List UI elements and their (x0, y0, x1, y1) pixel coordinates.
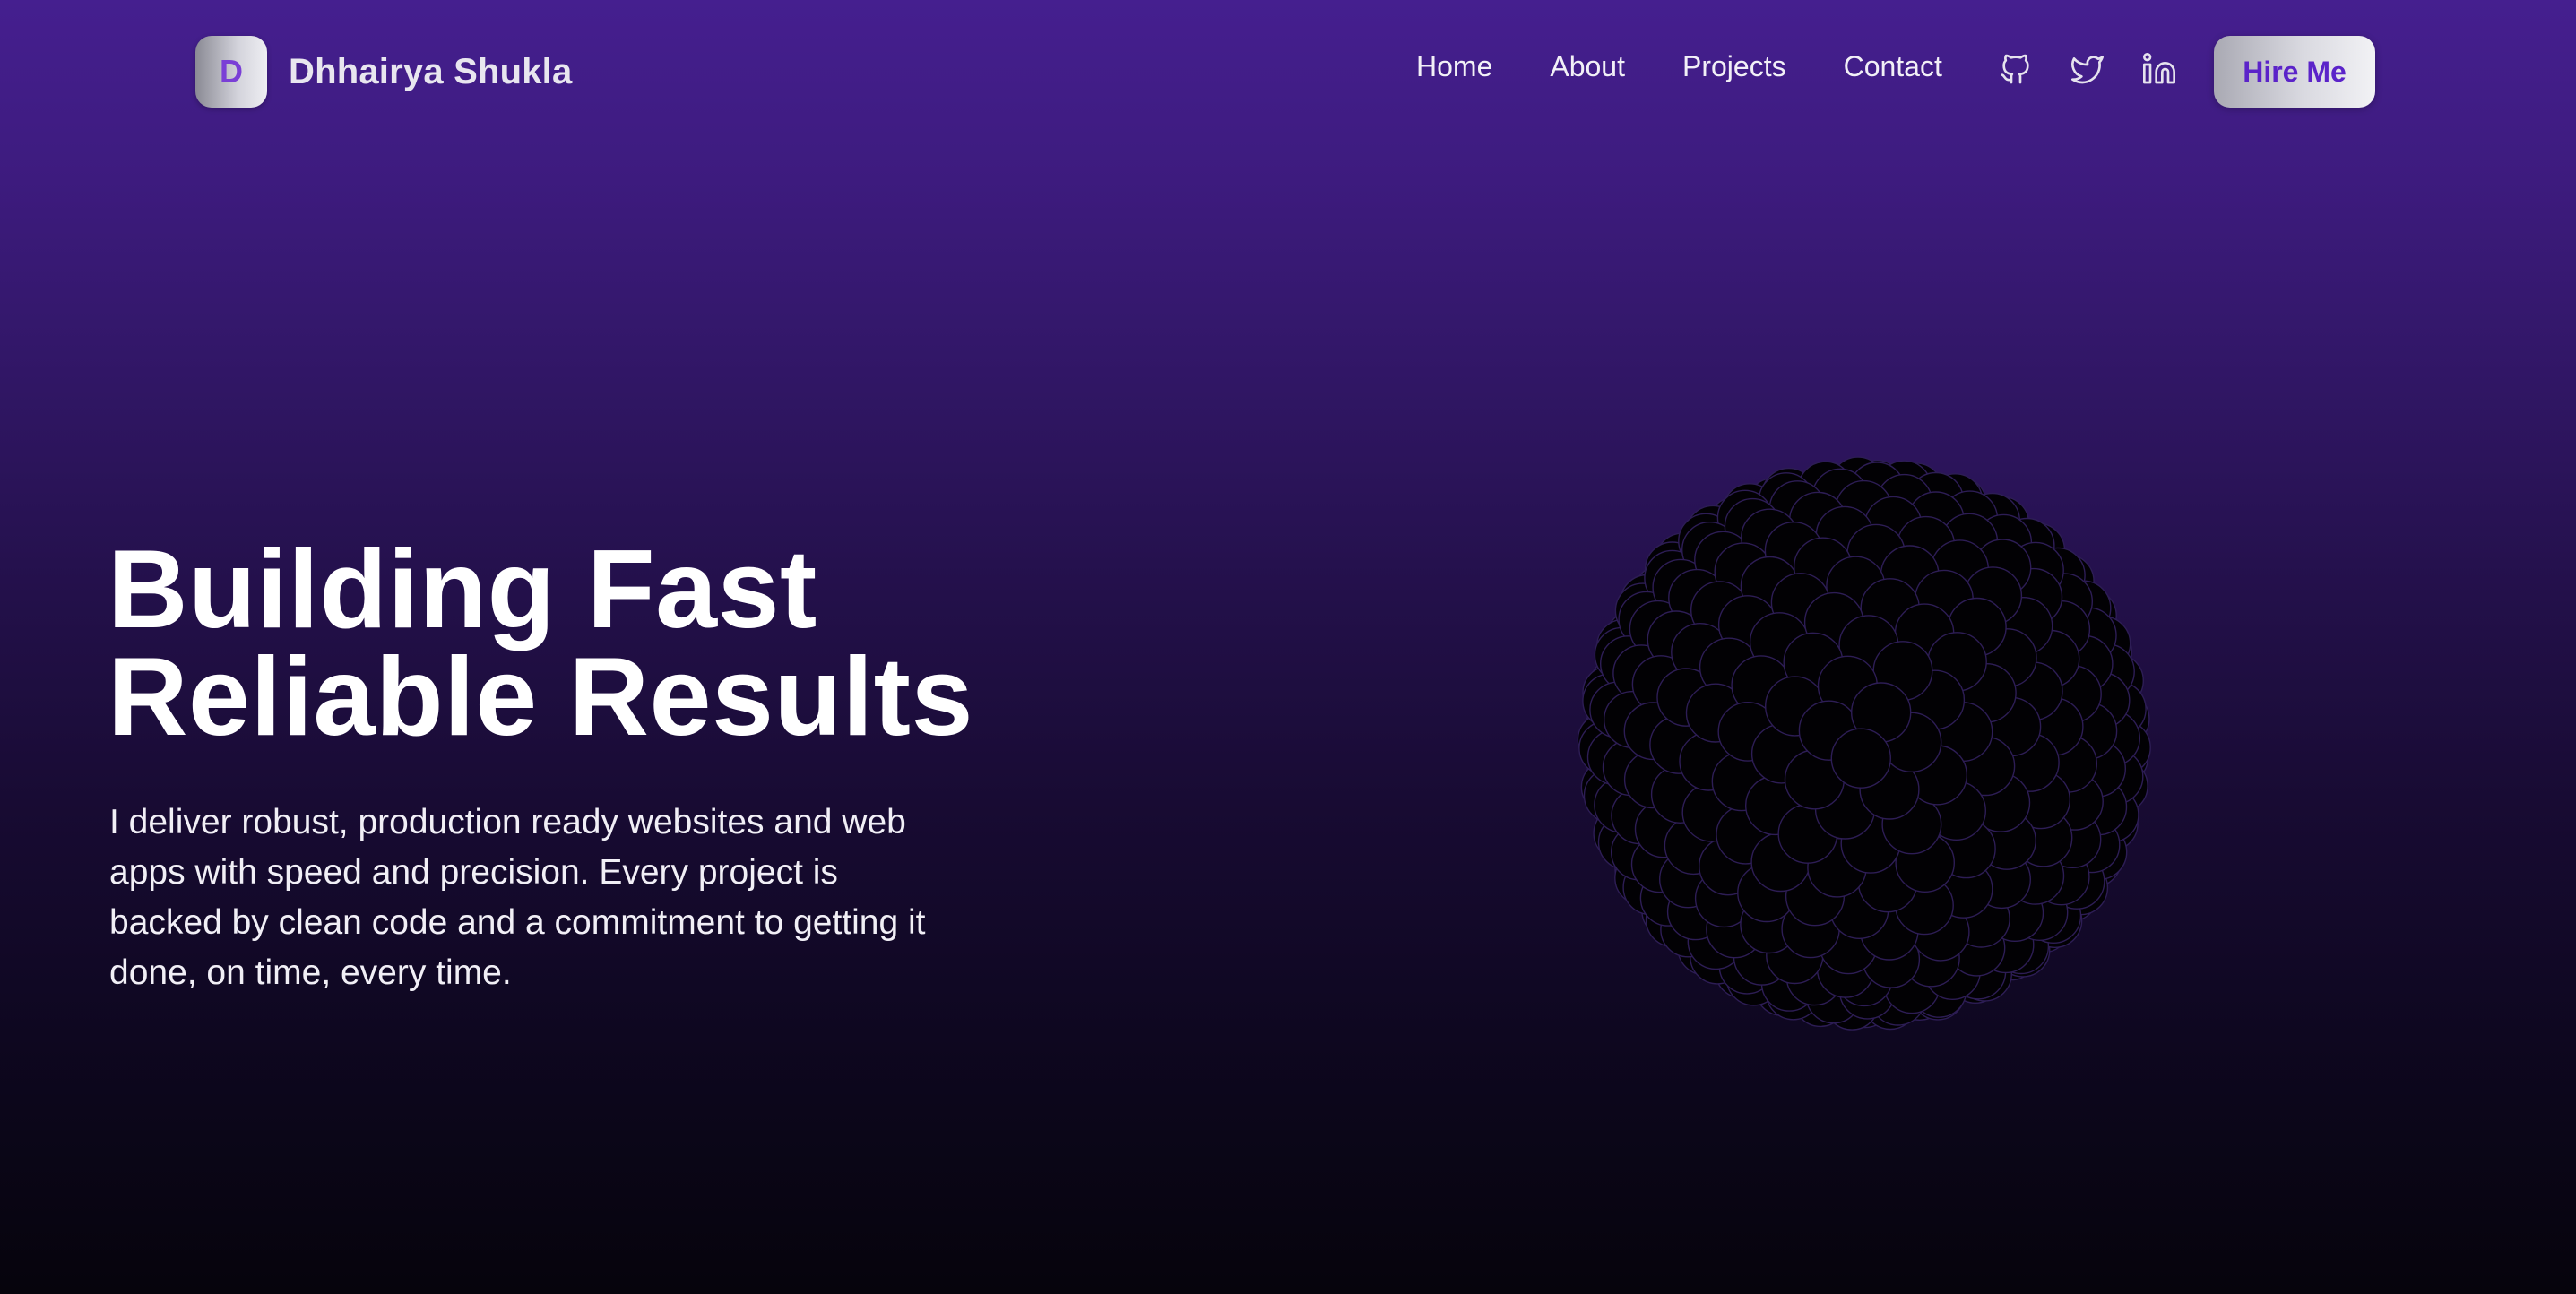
sphere-particle (1830, 728, 1891, 789)
nav-link-projects[interactable]: Projects (1682, 50, 1786, 83)
nav-link-about[interactable]: About (1550, 50, 1625, 83)
hero-title: Building Fast Reliable Results (108, 528, 1094, 759)
hero-description: I deliver robust, production ready websi… (109, 803, 926, 992)
linkedin-icon[interactable] (2140, 50, 2178, 88)
hire-me-button[interactable]: Hire Me (2214, 36, 2375, 108)
logo-badge[interactable]: D (195, 36, 267, 108)
hero-title-line-2: Reliable Results (108, 635, 973, 759)
twitter-icon[interactable] (2069, 50, 2106, 88)
social-links (1997, 50, 2178, 88)
hero-title-line-1: Building Fast (108, 528, 817, 651)
navbar: D Dhhairya Shukla Home About Projects Co… (0, 0, 2576, 143)
github-icon[interactable] (1997, 50, 2035, 88)
particle-sphere-graphic (1577, 456, 2151, 1031)
brand-name[interactable]: Dhhairya Shukla (289, 52, 572, 92)
logo-letter: D (220, 53, 243, 90)
nav-link-home[interactable]: Home (1416, 50, 1492, 83)
particle-sphere (1560, 448, 2169, 1040)
brand[interactable]: D Dhhairya Shukla (195, 36, 572, 108)
nav-link-contact[interactable]: Contact (1844, 50, 1942, 83)
nav-links: Home About Projects Contact (1416, 50, 1942, 83)
